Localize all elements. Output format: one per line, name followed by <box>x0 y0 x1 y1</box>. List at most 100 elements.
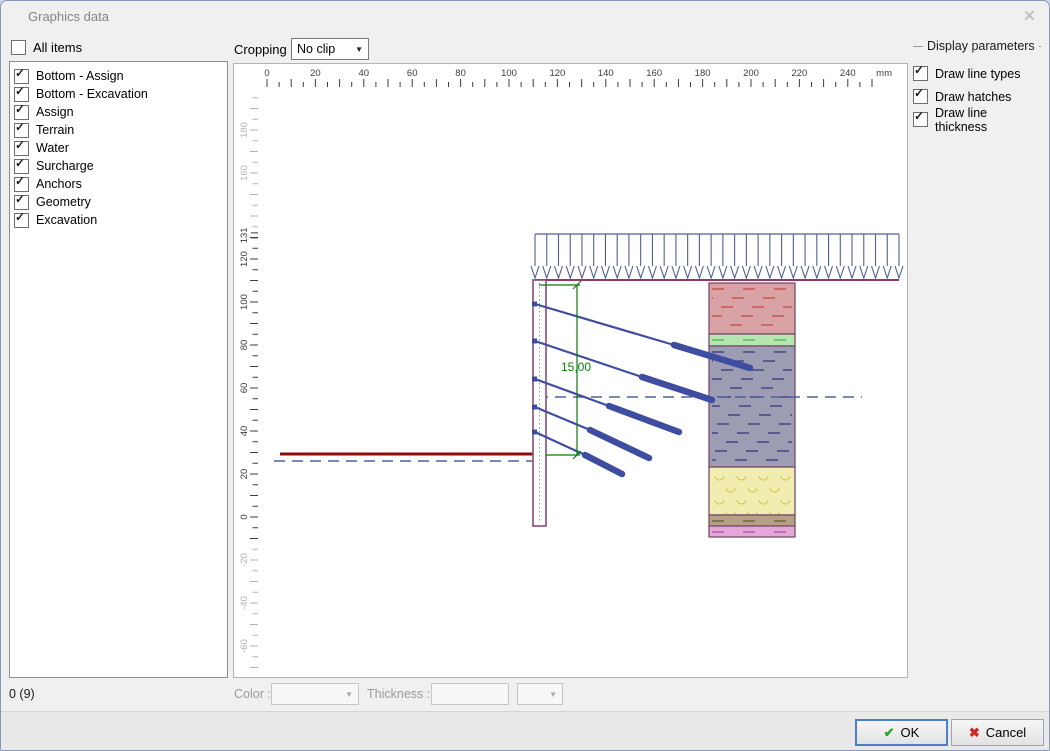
svg-text:100: 100 <box>501 68 517 79</box>
svg-text:40: 40 <box>359 68 370 79</box>
svg-text:80: 80 <box>455 68 466 79</box>
svg-text:60: 60 <box>407 68 418 79</box>
checkbox[interactable]: ✓ <box>14 141 29 156</box>
checkbox[interactable]: ✓ <box>913 112 928 127</box>
horizontal-ruler: 020406080100120140160180200220240mm <box>264 68 892 87</box>
titlebar: Graphics data × <box>1 1 1049 33</box>
svg-text:0: 0 <box>239 514 250 519</box>
svg-text:-20: -20 <box>239 553 250 567</box>
retaining-wall <box>533 280 546 526</box>
check-icon: ✓ <box>15 67 25 80</box>
cropping-label: Cropping : <box>234 42 294 57</box>
color-select: ▼ <box>271 683 359 705</box>
dimension-label: 15,00 <box>561 360 591 374</box>
svg-text:131: 131 <box>239 227 250 243</box>
soil-column <box>709 283 795 537</box>
check-icon: ✓ <box>914 87 924 100</box>
svg-text:120: 120 <box>549 68 565 79</box>
soil-layer-2 <box>709 334 795 346</box>
svg-text:80: 80 <box>239 340 250 351</box>
check-icon: ✓ <box>15 85 25 98</box>
checkbox-label: Terrain <box>36 123 74 137</box>
cropping-select[interactable]: No clip ▼ <box>291 38 369 60</box>
item-bottom-excavation[interactable]: ✓ Bottom - Excavation <box>14 85 227 103</box>
display-parameters-options: ✓Draw line types✓Draw hatches✓Draw line … <box>913 62 1041 131</box>
svg-text:240: 240 <box>840 68 856 79</box>
svg-text:200: 200 <box>743 68 759 79</box>
checkbox[interactable]: ✓ <box>14 87 29 102</box>
surcharge-load <box>531 234 903 278</box>
checkbox[interactable]: ✓ <box>14 123 29 138</box>
svg-text:220: 220 <box>791 68 807 79</box>
svg-text:180: 180 <box>239 122 250 138</box>
graphics-items-list[interactable]: ✓Bottom - Assign✓Bottom - Excavation✓Ass… <box>9 61 228 678</box>
svg-text:40: 40 <box>239 426 250 437</box>
check-icon: ✓ <box>15 175 25 188</box>
all-items-checkbox-box[interactable] <box>11 40 26 55</box>
svg-text:60: 60 <box>239 383 250 394</box>
checkbox[interactable]: ✓ <box>14 195 29 210</box>
svg-text:mm: mm <box>876 68 892 79</box>
checkbox-label: Water <box>36 141 69 155</box>
check-icon: ✓ <box>15 211 25 224</box>
all-items-label: All items <box>33 40 82 55</box>
cropping-value: No clip <box>297 42 335 56</box>
all-items-checkbox[interactable]: All items <box>11 40 82 55</box>
svg-text:-40: -40 <box>239 596 250 610</box>
svg-text:-60: -60 <box>239 639 250 653</box>
checkbox[interactable]: ✓ <box>913 89 928 104</box>
close-icon[interactable]: × <box>1024 6 1035 28</box>
checkbox-label: Bottom - Excavation <box>36 87 148 101</box>
checkbox-label: Surcharge <box>36 159 94 173</box>
checkbox-label: Draw line types <box>935 67 1020 81</box>
item-bottom-assign[interactable]: ✓Bottom - Assign <box>14 67 227 85</box>
option-draw-line-types[interactable]: ✓ Draw line types <box>913 62 1041 85</box>
chevron-down-icon: ▼ <box>549 690 557 699</box>
checkbox[interactable]: ✓ <box>14 213 29 228</box>
check-icon: ✓ <box>15 103 25 116</box>
ok-button[interactable]: ✔ OK <box>855 719 948 746</box>
item-excavation[interactable]: ✓Excavation <box>14 211 227 229</box>
graphics-data-dialog: Graphics data × All items Cropping : No … <box>0 0 1050 751</box>
display-parameters-header: Display parameters <box>913 39 1041 53</box>
soil-layer-5 <box>709 515 795 526</box>
checkbox[interactable]: ✓ <box>14 105 29 120</box>
thickness-unit-select: ▼ <box>517 683 563 705</box>
cancel-button[interactable]: ✖ Cancel <box>951 719 1044 746</box>
check-icon: ✓ <box>15 157 25 170</box>
chevron-down-icon: ▼ <box>345 690 353 699</box>
option-draw-line-thickness[interactable]: ✓ Draw line thickness <box>913 108 1041 131</box>
checkbox-label: Draw line thickness <box>935 106 1041 134</box>
display-parameters-group: Display parameters ✓ Draw line types ✓ Draw… <box>913 39 1041 131</box>
checkbox[interactable]: ✓ <box>14 69 29 84</box>
color-label: Color : <box>234 687 271 701</box>
item-assign[interactable]: ✓ Assign <box>14 103 227 121</box>
svg-text:160: 160 <box>646 68 662 79</box>
check-icon: ✓ <box>15 193 25 206</box>
svg-text:0: 0 <box>264 68 269 79</box>
x-icon: ✖ <box>969 725 980 741</box>
vertical-ruler: 180160120100806040200-20-40-60131 <box>239 98 258 668</box>
drawing-canvas[interactable]: 020406080100120140160180200220240mm18016… <box>234 64 907 677</box>
soil-layer-3 <box>709 346 795 467</box>
item-geometry[interactable]: ✓Geometry <box>14 193 227 211</box>
item-water[interactable]: ✓ Water <box>14 139 227 157</box>
check-icon: ✓ <box>914 64 924 77</box>
ok-button-label: OK <box>901 725 920 740</box>
chevron-down-icon: ▼ <box>355 45 363 54</box>
checkbox[interactable]: ✓ <box>14 177 29 192</box>
drawing-area[interactable]: 020406080100120140160180200220240mm18016… <box>233 63 908 678</box>
checkbox-label: Anchors <box>36 177 82 191</box>
item-terrain[interactable]: ✓ Terrain <box>14 121 227 139</box>
item-surcharge[interactable]: ✓ Surcharge <box>14 157 227 175</box>
checkbox[interactable]: ✓ <box>913 66 928 81</box>
checkbox-label: Assign <box>36 105 74 119</box>
svg-text:20: 20 <box>310 68 321 79</box>
thickness-input <box>431 683 509 705</box>
dialog-title: Graphics data <box>28 9 109 24</box>
checkbox[interactable]: ✓ <box>14 159 29 174</box>
check-icon: ✓ <box>15 139 25 152</box>
svg-text:20: 20 <box>239 469 250 480</box>
item-anchors[interactable]: ✓ Anchors <box>14 175 227 193</box>
check-icon: ✓ <box>914 110 924 123</box>
